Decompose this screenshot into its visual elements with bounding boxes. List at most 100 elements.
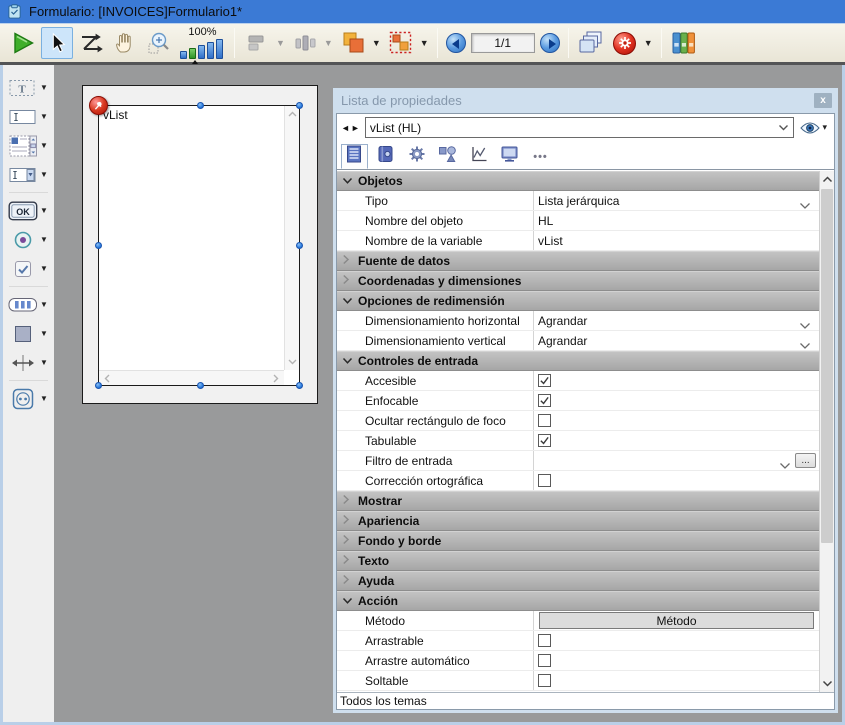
property-value-cell[interactable] [533,631,819,650]
property-value-cell[interactable]: HL [533,211,819,230]
property-value-cell[interactable] [533,651,819,670]
chevron-down-icon[interactable] [342,352,353,370]
chevron-right-icon[interactable] [342,532,353,550]
chevron-right-icon[interactable] [342,492,353,510]
chevron-down-icon[interactable]: ▼ [40,170,48,179]
tab-more[interactable]: ••• [527,144,554,169]
form-actions-button[interactable] [609,27,641,59]
enfocable-checkbox[interactable] [538,394,551,407]
selection-handle[interactable] [296,382,303,389]
zoom-bar-icon[interactable] [180,51,187,59]
zoom-bar-icon[interactable] [207,42,214,59]
chevron-down-icon[interactable]: ▼ [40,264,48,273]
close-icon[interactable]: x [814,93,832,108]
section-row-controles-de-entrada[interactable]: Controles de entrada [337,351,819,371]
property-value-cell[interactable]: Lista jerárquica [533,191,819,210]
property-row-arrastrable[interactable]: Arrastrable [337,631,819,651]
section-row-apariencia[interactable]: Apariencia [337,511,819,531]
chevron-down-icon[interactable]: ▼ [40,300,48,309]
section-row-fondo-y-borde[interactable]: Fondo y borde [337,531,819,551]
group-button[interactable] [385,27,417,59]
chevron-down-icon[interactable]: ▼ [644,38,653,48]
tab-book[interactable] [372,144,399,169]
list-tool[interactable]: ▼ [3,131,54,160]
arrastre-automatico-checkbox[interactable] [538,654,551,667]
form-page[interactable]: vList [82,85,318,404]
level-button[interactable] [337,27,369,59]
align-button[interactable] [241,27,273,59]
zoom-bar-icon[interactable] [189,48,196,59]
distribute-button[interactable] [289,27,321,59]
previous-page-button[interactable] [446,33,466,53]
selection-handle[interactable] [197,382,204,389]
property-row-arrastre-automatico[interactable]: Arrastre automático [337,651,819,671]
chevron-right-icon[interactable] [342,512,353,530]
text-tool[interactable]: T▼ [3,73,54,102]
button-tool[interactable]: OK▼ [3,196,54,225]
chevron-right-icon[interactable] [342,552,353,570]
checkbox-tool[interactable]: ▼ [3,254,54,283]
property-value-cell[interactable] [533,471,819,490]
section-row-ayuda[interactable]: Ayuda [337,571,819,591]
section-row-coordenadas-y-dimensiones[interactable]: Coordenadas y dimensiones [337,271,819,291]
property-value-cell[interactable]: vList [533,231,819,250]
chevron-down-icon[interactable]: ▼ [40,394,48,403]
more-options-button[interactable]: ... [795,453,816,468]
splitter-tool[interactable]: ▼ [3,348,54,377]
section-row-opciones-de-redimension[interactable]: Opciones de redimensión [337,291,819,311]
property-row-accesible[interactable]: Accesible [337,371,819,391]
next-page-button[interactable] [540,33,560,53]
selection-handle[interactable] [95,382,102,389]
chevron-down-icon[interactable]: ▼ [40,329,48,338]
zoom-bar-icon[interactable] [216,39,223,59]
selection-handle[interactable] [296,102,303,109]
input-tool[interactable]: ▼ [3,102,54,131]
tab-chart[interactable] [465,144,492,169]
chevron-down-icon[interactable]: ▼ [40,358,48,367]
property-value-cell[interactable] [533,431,819,450]
property-row-correccion-ortografica[interactable]: Corrección ortográfica [337,471,819,491]
library-button[interactable] [668,27,700,59]
object-vertical-scrollbar[interactable] [284,106,299,370]
property-value-cell[interactable]: Agrandar [533,311,819,330]
chevron-down-icon[interactable] [342,172,353,190]
tabulable-checkbox[interactable] [538,434,551,447]
rectangle-tool[interactable]: ▼ [3,319,54,348]
property-row-filtro-de-entrada[interactable]: Filtro de entrada... [337,451,819,471]
zoom-bar-icon[interactable] [198,45,205,59]
run-form-button[interactable] [7,27,39,59]
panel-scrollbar[interactable] [819,171,834,692]
panel-header[interactable]: Lista de propiedades x [333,88,838,113]
property-value-cell[interactable]: ... [533,451,819,470]
chevron-down-icon[interactable]: ▼ [40,141,48,150]
chevron-right-icon[interactable] [342,272,353,290]
property-row-nombre-de-la-variable[interactable]: Nombre de la variablevList [337,231,819,251]
property-value-cell[interactable] [533,671,819,690]
property-row-ocultar-rectangulo-de-foco[interactable]: Ocultar rectángulo de foco [337,411,819,431]
property-value-cell[interactable] [533,411,819,430]
chevron-right-icon[interactable] [342,572,353,590]
property-row-soltable[interactable]: Soltable [337,671,819,691]
correccion-ortografica-checkbox[interactable] [538,474,551,487]
section-row-objetos[interactable]: Objetos [337,171,819,191]
section-row-texto[interactable]: Texto [337,551,819,571]
object-method-badge-icon[interactable] [89,96,108,115]
combo-tool[interactable]: ▼ [3,160,54,189]
radio-tool[interactable]: ▼ [3,225,54,254]
scrollbar-thumb[interactable] [821,189,833,543]
object-selector-combo[interactable]: vList (HL) [365,117,795,138]
tab-shapes[interactable] [434,144,461,169]
zoom-tool-button[interactable] [143,27,175,59]
section-row-fuente-de-datos[interactable]: Fuente de datos [337,251,819,271]
tab-gear[interactable] [403,144,430,169]
section-row-mostrar[interactable]: Mostrar [337,491,819,511]
property-row-metodo[interactable]: MétodoMétodo [337,611,819,631]
soltable-checkbox[interactable] [538,674,551,687]
section-row-accion[interactable]: Acción [337,591,819,611]
property-value-cell[interactable] [533,391,819,410]
zoom-bars[interactable] [180,38,225,59]
property-row-tipo[interactable]: TipoLista jerárquica [337,191,819,211]
ocultar-rectangulo-de-foco-checkbox[interactable] [538,414,551,427]
chevron-down-icon[interactable]: ▼ [40,83,48,92]
hierarchical-list-object[interactable]: vList [98,105,300,386]
